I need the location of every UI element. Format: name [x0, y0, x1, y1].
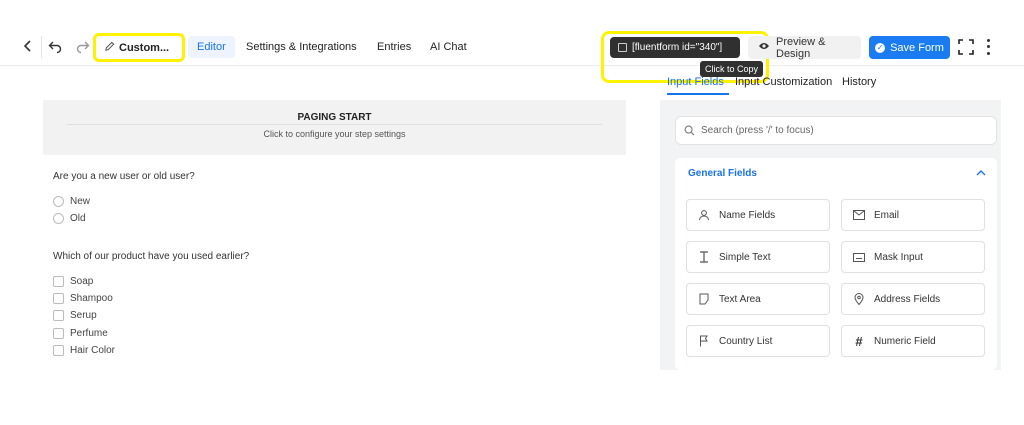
field-email[interactable]: Email: [841, 199, 985, 231]
radio-button[interactable]: [53, 196, 64, 207]
tab-settings-integrations[interactable]: Settings & Integrations: [237, 36, 366, 58]
check-circle-icon: ✓: [875, 42, 886, 53]
field-label: Email: [874, 209, 900, 221]
field-label: Name Fields: [719, 209, 776, 221]
user-icon: [698, 209, 710, 221]
checkbox[interactable]: [53, 293, 64, 304]
divider: [67, 124, 602, 125]
tab-input-fields[interactable]: Input Fields: [667, 76, 724, 88]
divider: [41, 36, 42, 58]
checkbox-option[interactable]: Serup: [53, 309, 97, 322]
copy-icon: [618, 43, 627, 52]
shortcode-text: [fluentform id="340"]: [632, 42, 723, 53]
form-title-button[interactable]: Custom...: [93, 33, 185, 62]
pencil-icon: [104, 41, 115, 55]
back-icon[interactable]: [20, 38, 36, 54]
checkbox-option[interactable]: Shampoo: [53, 292, 113, 305]
checkbox[interactable]: [53, 276, 64, 287]
option-label: Old: [70, 213, 86, 224]
field-name-fields[interactable]: Name Fields: [686, 199, 830, 231]
paging-title: PAGING START: [297, 112, 372, 123]
text-cursor-icon: [698, 251, 710, 263]
undo-icon[interactable]: [47, 38, 63, 54]
preview-design-label: Preview & Design: [776, 35, 826, 60]
shortcode-copy-button[interactable]: [fluentform id="340"]: [610, 37, 740, 58]
map-pin-icon: [853, 293, 865, 305]
redo-icon[interactable]: [75, 38, 91, 54]
checkbox-option[interactable]: Soap: [53, 275, 93, 288]
field-simple-text[interactable]: Simple Text: [686, 241, 830, 273]
radio-option[interactable]: Old: [53, 212, 86, 225]
paragraph-icon: [698, 293, 710, 305]
eye-icon: [758, 41, 770, 54]
paging-start-block[interactable]: PAGING START Click to configure your ste…: [43, 100, 626, 155]
keyboard-icon: [853, 251, 865, 263]
field-text-area[interactable]: Text Area: [686, 283, 830, 315]
field-label: Address Fields: [874, 293, 941, 305]
tab-editor[interactable]: Editor: [188, 36, 235, 58]
more-options-icon[interactable]: [984, 37, 992, 57]
search-input[interactable]: Search (press '/' to focus): [675, 116, 997, 145]
chevron-up-icon[interactable]: [975, 168, 987, 178]
paging-subtitle: Click to configure your step settings: [263, 129, 406, 139]
save-form-button[interactable]: ✓ Save Form: [869, 36, 950, 59]
field-label: Country List: [719, 335, 773, 347]
active-tab-indicator: [667, 93, 729, 95]
question-label: Which of our product have you used earli…: [53, 251, 250, 262]
field-address-fields[interactable]: Address Fields: [841, 283, 985, 315]
question-label: Are you a new user or old user?: [53, 171, 195, 182]
save-form-label: Save Form: [890, 41, 944, 54]
fullscreen-icon[interactable]: [958, 39, 974, 55]
top-bar: Custom... Editor Settings & Integrations…: [0, 28, 1024, 83]
option-label: Shampoo: [70, 293, 113, 304]
flag-icon: [698, 335, 710, 347]
form-title: Custom...: [119, 41, 170, 54]
email-icon: [853, 209, 865, 221]
field-label: Mask Input: [874, 251, 923, 263]
field-numeric-field[interactable]: # Numeric Field: [841, 325, 985, 357]
field-label: Numeric Field: [874, 335, 936, 347]
checkbox[interactable]: [53, 328, 64, 339]
field-mask-input[interactable]: Mask Input: [841, 241, 985, 273]
tab-ai-chat[interactable]: AI Chat: [421, 36, 476, 58]
search-icon: [684, 125, 695, 136]
field-country-list[interactable]: Country List: [686, 325, 830, 357]
option-label: New: [70, 196, 91, 207]
preview-design-button[interactable]: Preview & Design: [748, 35, 861, 60]
hash-icon: #: [855, 333, 863, 349]
copy-tooltip: Click to Copy: [700, 61, 764, 77]
field-label: Simple Text: [719, 251, 771, 263]
section-title[interactable]: General Fields: [688, 168, 757, 179]
search-placeholder: Search (press '/' to focus): [701, 125, 814, 136]
radio-button[interactable]: [53, 213, 64, 224]
field-label: Text Area: [719, 293, 761, 305]
checkbox-option[interactable]: Perfume: [53, 327, 108, 340]
tab-history[interactable]: History: [842, 76, 876, 88]
option-label: Soap: [70, 276, 94, 287]
checkbox[interactable]: [53, 310, 64, 321]
option-label: Serup: [70, 310, 97, 321]
checkbox[interactable]: [53, 345, 64, 356]
radio-option[interactable]: New: [53, 195, 90, 208]
option-label: Hair Color: [70, 345, 116, 356]
tab-entries[interactable]: Entries: [368, 36, 420, 58]
tab-input-customization[interactable]: Input Customization: [735, 76, 832, 88]
option-label: Perfume: [70, 328, 108, 339]
checkbox-option[interactable]: Hair Color: [53, 344, 115, 357]
